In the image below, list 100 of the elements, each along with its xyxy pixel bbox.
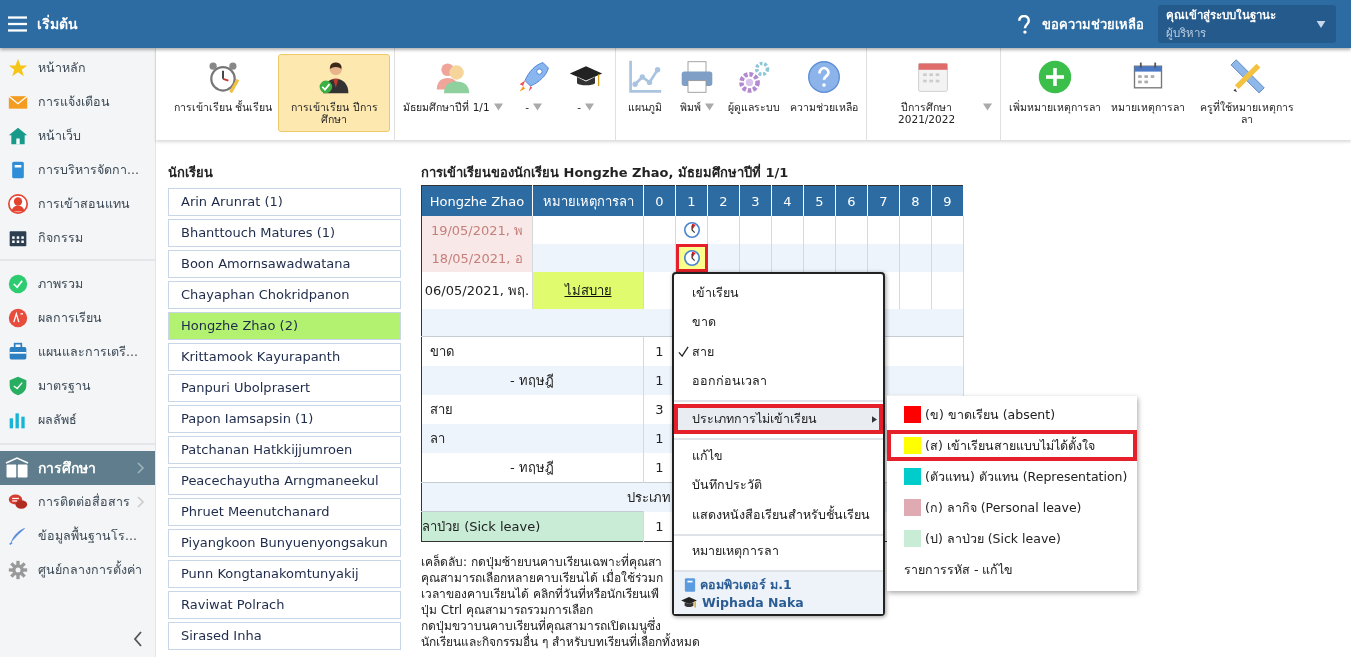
toolbar-button[interactable]: ปีการศึกษา 2021/2022 bbox=[870, 54, 996, 132]
help-link[interactable]: ขอความช่วยเหลือ bbox=[1018, 13, 1144, 35]
student-item[interactable]: Piyangkoon Bunyuenyongsakun bbox=[168, 529, 401, 557]
sidebar-item[interactable]: การศึกษา bbox=[0, 451, 155, 485]
role-dropdown[interactable]: คุณเข้าสู่ระบบในฐานะ ผู้บริหาร bbox=[1158, 5, 1336, 43]
collapse-button[interactable] bbox=[131, 629, 145, 649]
tip-text: นักเรียนและกิจกรรมอื่น ๆ สำหรับบทเรียนที่เลือกทั้งหมด bbox=[421, 634, 700, 650]
student-item[interactable]: Punn Kongtanakomtunyakij bbox=[168, 560, 401, 588]
tip-text: เคล็ดลับ: กดปุ่มซ้ายบนคาบเรียนเฉพาะที่คุณสา bbox=[421, 554, 662, 570]
sidebar-item[interactable]: แผนและการเตรี... bbox=[0, 335, 155, 369]
table-cell: - ทฤษฎี bbox=[421, 366, 644, 395]
menu-item[interactable]: สาย bbox=[674, 337, 883, 367]
table-cell: ลา bbox=[421, 424, 644, 453]
student-item[interactable]: Boon Amornsawadwatana bbox=[168, 250, 401, 278]
sidebar-item[interactable]: การติดต่อสื่อสาร bbox=[0, 485, 155, 519]
period-cell[interactable] bbox=[675, 244, 708, 272]
star-icon bbox=[8, 58, 28, 78]
student-item[interactable]: Patchanan Hatkkijjumroen bbox=[168, 436, 401, 464]
menu-item[interactable]: (ส) เข้าเรียนสายแบบไม่ได้ตั้งใจ bbox=[887, 430, 1137, 461]
period-cell[interactable] bbox=[739, 244, 772, 272]
menu-item[interactable]: หมายเหตุการลา bbox=[674, 536, 883, 566]
sidebar-item[interactable]: หน้าเว็บ bbox=[0, 119, 155, 153]
menu-item[interactable]: (ข) ขาดเรียน (absent) bbox=[887, 399, 1137, 430]
menu-item[interactable]: เข้าเรียน bbox=[674, 278, 883, 308]
toolbar-button[interactable]: ผู้ดูแลระบบ bbox=[723, 54, 784, 132]
toolbar-button[interactable]: ความช่วยเหลือ bbox=[785, 54, 862, 132]
graduation-cap-icon bbox=[680, 595, 698, 610]
menu-item[interactable]: ออกก่อนเวลา bbox=[674, 366, 883, 396]
bar-chart-icon bbox=[8, 410, 28, 430]
sidebar-item[interactable]: มาตรฐาน bbox=[0, 369, 155, 403]
period-cell[interactable] bbox=[867, 244, 900, 272]
student-item[interactable]: Bhanttouch Matures (1) bbox=[168, 219, 401, 247]
student-item[interactable]: Arin Arunrat (1) bbox=[168, 188, 401, 216]
column-header: 9 bbox=[931, 185, 964, 216]
menu-item[interactable]: แก้ไข bbox=[674, 441, 883, 471]
period-cell[interactable] bbox=[643, 244, 676, 272]
toolbar-button[interactable]: ครูที่ใช้หมายเหตุการลา bbox=[1190, 54, 1303, 132]
menu-item[interactable]: รายการรหัส - แก้ไข bbox=[887, 554, 1137, 585]
submenu-item[interactable]: ประเภทการไม่เข้าเรียน bbox=[674, 404, 883, 434]
column-header: 6 bbox=[835, 185, 868, 216]
caret-icon bbox=[704, 103, 714, 111]
sidebar-item[interactable]: กิจกรรม bbox=[0, 221, 155, 255]
period-cell[interactable] bbox=[803, 244, 836, 272]
toolbar-button[interactable]: มัธยมศึกษาปีที่ 1/1 bbox=[399, 54, 507, 132]
sidebar-item[interactable]: ศูนย์กลางการตั้งค่า bbox=[0, 553, 155, 587]
period-cell[interactable] bbox=[931, 244, 964, 272]
sidebar-item[interactable]: หน้าหลัก bbox=[0, 51, 155, 85]
toolbar-button[interactable]: - bbox=[560, 54, 611, 132]
student-item[interactable]: Papon Iamsapsin (1) bbox=[168, 405, 401, 433]
toolbar-button[interactable]: แผนภูมิ bbox=[619, 54, 670, 132]
student-item[interactable]: Peacechayutha Arngmaneekul bbox=[168, 467, 401, 495]
caret-icon bbox=[982, 103, 992, 111]
menu-item[interactable]: ขาด bbox=[674, 307, 883, 337]
column-header: 3 bbox=[739, 185, 772, 216]
add-icon bbox=[1036, 59, 1073, 95]
chevron-icon bbox=[137, 496, 145, 508]
toolbar-button[interactable]: หมายเหตุการลา bbox=[1106, 54, 1189, 132]
period-cell[interactable] bbox=[771, 244, 804, 272]
toolbar-button[interactable]: การเข้าเรียน ปีการศึกษา bbox=[278, 54, 391, 132]
sidebar-item[interactable]: ข้อมูลพื้นฐานโร... bbox=[0, 519, 155, 553]
period-cell[interactable] bbox=[835, 244, 868, 272]
column-header: 7 bbox=[867, 185, 900, 216]
sidebar-item[interactable]: ผลการเรียน bbox=[0, 301, 155, 335]
student-item[interactable]: Phruet Meenutchanard bbox=[168, 498, 401, 526]
page-title: เริ่มต้น bbox=[37, 13, 78, 34]
student-item[interactable]: Panpuri Ubolprasert bbox=[168, 374, 401, 402]
sidebar-item[interactable]: การเข้าสอนแทน bbox=[0, 187, 155, 221]
column-header: 5 bbox=[803, 185, 836, 216]
column-header: 2 bbox=[707, 185, 740, 216]
checkmark-icon bbox=[678, 346, 689, 358]
menu-item[interactable]: (ป) ลาป่วย (Sick leave) bbox=[887, 523, 1137, 554]
briefcase-icon bbox=[8, 342, 28, 362]
student-item[interactable]: Hongzhe Zhao (2) bbox=[168, 312, 401, 340]
column-header: Hongzhe Zhao bbox=[421, 185, 533, 216]
period-cell[interactable] bbox=[899, 244, 932, 272]
student-item[interactable]: Krittamook Kayurapanth bbox=[168, 343, 401, 371]
help-icon bbox=[1018, 14, 1030, 34]
note-link[interactable]: ไม่สบาย bbox=[564, 283, 612, 298]
toolbar-button[interactable]: พิมพ์ bbox=[671, 54, 722, 132]
sidebar-item[interactable]: การแจ้งเตือน bbox=[0, 85, 155, 119]
column-header: 8 bbox=[899, 185, 932, 216]
student-item[interactable]: Sirased Inha bbox=[168, 622, 401, 650]
sidebar-item[interactable]: ผลลัพธ์ bbox=[0, 403, 155, 437]
tip-text: คุณสามารถเลือกหลายคาบเรียนได้ เมื่อใช้ร่วมก bbox=[421, 570, 663, 586]
student-item[interactable]: Raviwat Polrach bbox=[168, 591, 401, 619]
sidebar-item[interactable]: ภาพรวม bbox=[0, 267, 155, 301]
notebook-icon bbox=[684, 577, 696, 593]
student-item[interactable]: Chayaphan Chokridpanon bbox=[168, 281, 401, 309]
line-chart-icon bbox=[626, 59, 663, 95]
caret-icon bbox=[1316, 20, 1326, 28]
tip-text: ปุ่ม Ctrl คุณสามารถรวมการเลือก bbox=[421, 602, 593, 618]
teacher-name: Wiphada Naka bbox=[702, 595, 804, 610]
submenu-arrow-icon bbox=[872, 415, 877, 423]
sidebar-item[interactable]: การบริหารจัดกา... bbox=[0, 153, 155, 187]
toolbar-button[interactable]: การเข้าเรียน ชั้นเรียน bbox=[170, 54, 277, 132]
toolbar-button[interactable]: เพิ่มหมายเหตุการลา bbox=[1004, 54, 1105, 132]
column-header: 4 bbox=[771, 185, 804, 216]
toolbar-button[interactable]: - bbox=[508, 54, 559, 132]
period-cell[interactable] bbox=[707, 244, 740, 272]
shield-icon bbox=[8, 376, 28, 396]
